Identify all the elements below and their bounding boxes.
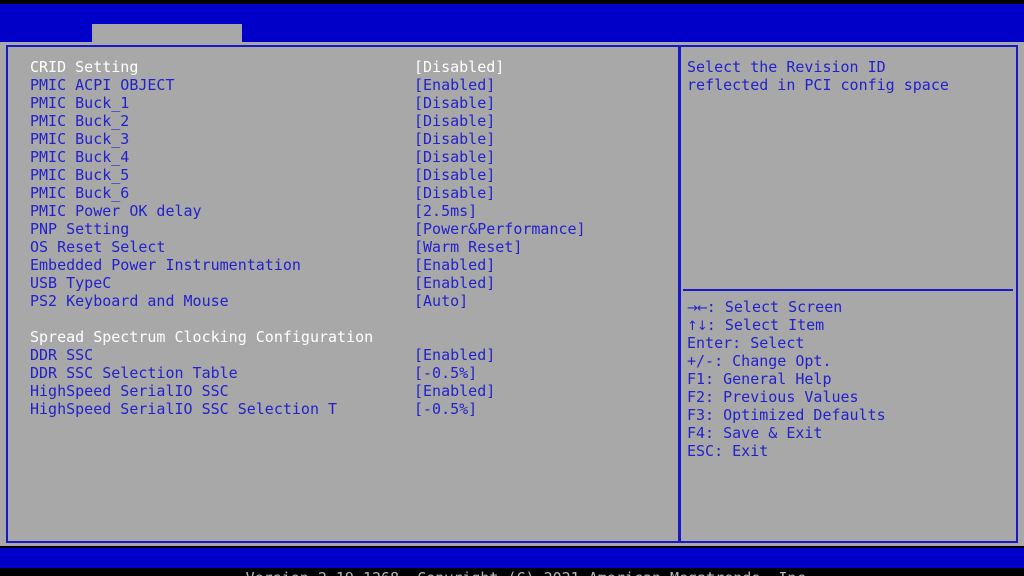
settings-row-value[interactable]: [Auto]	[414, 292, 468, 310]
settings-row-value[interactable]: [Enabled]	[414, 382, 495, 400]
settings-row-label: DDR SSC Selection Table	[30, 364, 238, 382]
help-key-text: ESC: Exit	[687, 442, 769, 460]
help-key-line: ESC: Exit	[687, 442, 768, 460]
settings-row-label: USB TypeC	[30, 274, 112, 292]
settings-row[interactable]: PMIC Buck_1 [Disable]	[0, 94, 670, 112]
settings-row-label: PMIC Buck_1	[30, 94, 130, 112]
help-separator	[683, 289, 1013, 291]
settings-row-value[interactable]: [Warm Reset]	[414, 238, 522, 256]
settings-row-value[interactable]: [Disable]	[414, 112, 495, 130]
settings-row[interactable]: PMIC Buck_3 [Disable]	[0, 130, 670, 148]
settings-row-value[interactable]: [Enabled]	[414, 256, 495, 274]
footer-bar: Version 2.19.1268. Copyright (C) 2021 Am…	[0, 548, 1024, 576]
settings-row-value[interactable]: [Disable]	[414, 166, 495, 184]
settings-row[interactable]: PMIC Buck_5 [Disable]	[0, 166, 670, 184]
settings-row[interactable]: PS2 Keyboard and Mouse [Auto]	[0, 292, 670, 310]
settings-row-label: PMIC Buck_6	[30, 184, 130, 202]
settings-row-value[interactable]: [Enabled]	[414, 274, 495, 292]
help-key-line: F1: General Help	[687, 370, 832, 388]
settings-row-label: PMIC Buck_4	[30, 148, 130, 166]
settings-row[interactable]: USB TypeC [Enabled]	[0, 274, 670, 292]
settings-row-value[interactable]: [-0.5%]	[414, 364, 477, 382]
settings-row-value[interactable]: [Power&Performance]	[414, 220, 586, 238]
settings-row-value[interactable]: [-0.5%]	[414, 400, 477, 418]
arrow-vertical-icon: ↑↓	[687, 319, 708, 334]
settings-row-value[interactable]: [Disable]	[414, 94, 495, 112]
help-key-line: F4: Save & Exit	[687, 424, 822, 442]
help-key-text: F1: General Help	[687, 370, 832, 388]
tab-advanced[interactable]: Advanced	[92, 24, 243, 60]
settings-row[interactable]: PMIC Power OK delay [2.5ms]	[0, 202, 670, 220]
help-key-line: F3: Optimized Defaults	[687, 406, 886, 424]
settings-row-value[interactable]: [2.5ms]	[414, 202, 477, 220]
settings-row[interactable]: PNP Setting [Power&Performance]	[0, 220, 670, 238]
settings-list: CRID Setting [Disabled] PMIC ACPI OBJECT [E…	[0, 42, 678, 540]
help-key-text: F2: Previous Values	[687, 388, 859, 406]
help-key-line: Enter: Select	[687, 334, 804, 352]
help-key-line: →←: Select Screen	[687, 298, 842, 318]
settings-row-label: PMIC Buck_3	[30, 130, 130, 148]
settings-row-value[interactable]: [Disabled]	[414, 58, 504, 76]
settings-row-label: PNP Setting	[30, 220, 130, 238]
settings-row[interactable]: DDR SSC [Enabled]	[0, 346, 670, 364]
help-key-text: F4: Save & Exit	[687, 424, 823, 442]
settings-row-label: Spread Spectrum Clocking Configuration	[30, 328, 374, 346]
settings-row[interactable]: PMIC Buck_2 [Disable]	[0, 112, 670, 130]
help-description-line: reflected in PCI config space	[687, 76, 949, 94]
settings-row-label: CRID Setting	[30, 58, 139, 76]
settings-section-header: Spread Spectrum Clocking Configuration	[0, 328, 670, 346]
help-key-text: +/-: Change Opt.	[687, 352, 832, 370]
settings-row-label: PMIC Buck_2	[30, 112, 130, 130]
help-key-text: F3: Optimized Defaults	[687, 406, 886, 424]
settings-row-label: HighSpeed SerialIO SSC Selection T	[30, 400, 338, 418]
settings-row-label: HighSpeed SerialIO SSC	[30, 382, 229, 400]
settings-row[interactable]: OS Reset Select [Warm Reset]	[0, 238, 670, 256]
settings-row-label: PMIC Power OK delay	[30, 202, 202, 220]
settings-row[interactable]: CRID Setting [Disabled]	[0, 58, 670, 76]
content-body: CRID Setting [Disabled] PMIC ACPI OBJECT [E…	[0, 42, 1024, 546]
settings-row-value[interactable]: [Disable]	[414, 148, 495, 166]
settings-row-label: DDR SSC	[30, 346, 94, 364]
help-key-text: Enter: Select	[687, 334, 805, 352]
footer-text: Version 2.19.1268. Copyright (C) 2021 Am…	[246, 569, 815, 576]
settings-row-label: PMIC Buck_5	[30, 166, 130, 184]
help-key-text: : Select Screen	[706, 298, 843, 316]
settings-row[interactable]: PMIC Buck_4 [Disable]	[0, 148, 670, 166]
settings-row-label: PS2 Keyboard and Mouse	[30, 292, 229, 310]
arrow-horizontal-icon: →←	[687, 301, 708, 316]
settings-row[interactable]: PMIC Buck_6 [Disable]	[0, 184, 670, 202]
settings-row[interactable]: HighSpeed SerialIO SSC [Enabled]	[0, 382, 670, 400]
settings-row-value[interactable]: [Enabled]	[414, 76, 495, 94]
title-bar: Aptio Setup Utility – Copyright (C) 2021…	[0, 4, 1024, 43]
settings-row-label: OS Reset Select	[30, 238, 166, 256]
help-key-text: : Select Item	[706, 316, 825, 334]
menu-bar: Advanced	[0, 24, 1024, 60]
help-key-line: ↑↓: Select Item	[687, 316, 824, 336]
bios-setup-screen: Aptio Setup Utility – Copyright (C) 2021…	[0, 0, 1024, 576]
settings-row[interactable]: PMIC ACPI OBJECT [Enabled]	[0, 76, 670, 94]
settings-row[interactable]: Embedded Power Instrumentation [Enabled]	[0, 256, 670, 274]
help-panel: Select the Revision ID reflected in PCI c…	[681, 42, 1018, 540]
help-description-line: Select the Revision ID	[687, 58, 886, 76]
settings-row-label: Embedded Power Instrumentation	[30, 256, 301, 274]
settings-row-value[interactable]: [Disable]	[414, 130, 495, 148]
settings-row[interactable]: HighSpeed SerialIO SSC Selection T [-0.5%…	[0, 400, 670, 418]
help-key-line: F2: Previous Values	[687, 388, 859, 406]
help-key-line: +/-: Change Opt.	[687, 352, 832, 370]
settings-row-value[interactable]: [Disable]	[414, 184, 495, 202]
settings-row[interactable]: DDR SSC Selection Table [-0.5%]	[0, 364, 670, 382]
settings-row-label: PMIC ACPI OBJECT	[30, 76, 175, 94]
settings-row-value[interactable]: [Enabled]	[414, 346, 495, 364]
